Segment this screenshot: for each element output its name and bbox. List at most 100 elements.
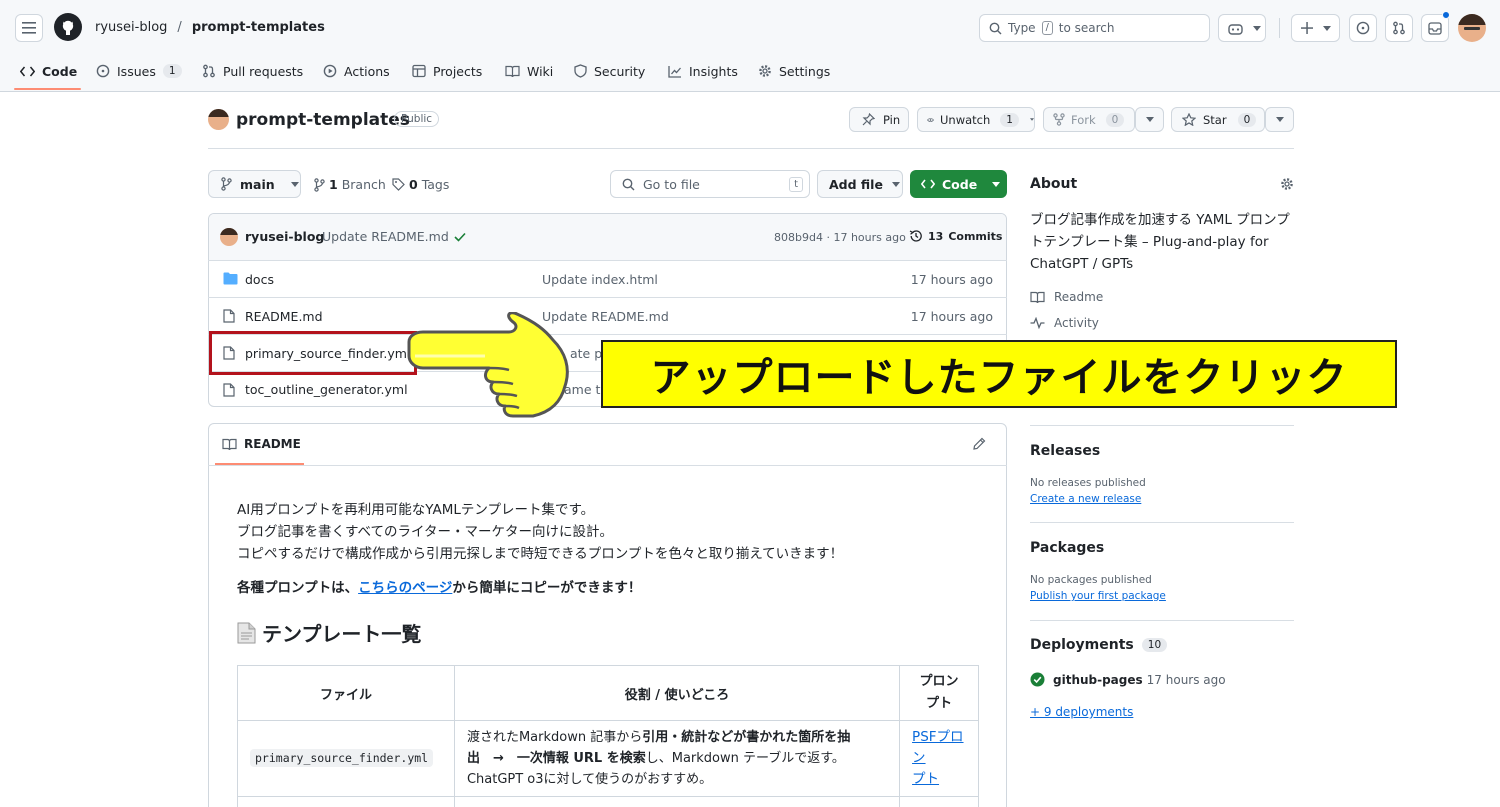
commit-message[interactable]: Update README.md <box>322 229 449 244</box>
chevron-down-icon <box>1145 117 1154 122</box>
add-file-label: Add file <box>829 176 883 192</box>
table-row[interactable]: docs Update index.html 17 hours ago <box>208 260 1007 297</box>
deployments-heading[interactable]: Deployments 10 <box>1030 637 1168 653</box>
commit-hash-time[interactable]: 808b9d4 · 17 hours ago <box>774 231 906 244</box>
role-text-a: 渡されたMarkdown 記事から <box>466 730 643 745</box>
copilot-button[interactable] <box>1218 14 1266 42</box>
tab-projects[interactable]: Projects <box>412 62 482 80</box>
tags-count: 0 <box>409 177 418 192</box>
file-name[interactable]: toc_outline_generator.yml <box>245 382 408 397</box>
table-header-prompt: プロン プト <box>899 665 979 721</box>
menu-button[interactable] <box>15 14 43 42</box>
issues-global-button[interactable] <box>1349 14 1377 42</box>
code-button[interactable]: Code <box>910 170 1007 198</box>
activity-link[interactable]: Activity <box>1030 316 1099 330</box>
commits-count: 13 <box>928 229 944 243</box>
search-icon <box>989 22 1002 34</box>
fork-button[interactable]: Fork 0 <box>1043 107 1135 132</box>
unwatch-button[interactable]: Unwatch 1 <box>917 107 1035 132</box>
publish-package-link[interactable]: Publish your first package <box>1030 590 1166 602</box>
branch-select[interactable]: main <box>208 170 301 198</box>
repo-name[interactable]: prompt-templates <box>236 110 410 130</box>
readme-header-divider <box>208 465 1007 466</box>
packages-title[interactable]: Packages <box>1030 540 1104 556</box>
issue-opened-icon <box>96 64 110 78</box>
highlight-box <box>209 331 417 375</box>
play-icon <box>323 64 337 78</box>
readme-tab[interactable]: README <box>222 437 301 451</box>
goto-file-key-hint: t <box>789 177 803 192</box>
global-search[interactable]: Type / to search <box>979 14 1210 42</box>
file-name[interactable]: docs <box>245 272 274 287</box>
commits-link[interactable]: 13 Commits <box>909 229 1002 243</box>
deployment-item[interactable]: github-pages 17 hours ago <box>1030 672 1226 687</box>
tab-settings[interactable]: Settings <box>758 62 830 80</box>
hamburger-icon <box>22 22 36 34</box>
breadcrumb-owner[interactable]: ryusei-blog <box>95 20 167 35</box>
pull-requests-global-button[interactable] <box>1385 14 1413 42</box>
releases-title[interactable]: Releases <box>1030 443 1100 459</box>
file-time: 17 hours ago <box>910 271 993 287</box>
pencil-icon[interactable] <box>973 437 986 450</box>
create-new-button[interactable] <box>1291 14 1340 42</box>
star-dropdown-button[interactable] <box>1265 107 1294 132</box>
table-cell-role: 渡されたMarkdown 記事から引用・統計などが書かれた箇所を抽出 → 一次情… <box>453 720 901 797</box>
code-button-label: Code <box>942 176 978 192</box>
book-icon <box>505 65 520 77</box>
goto-file-input[interactable]: Go to file t <box>610 170 810 198</box>
octocat-icon <box>62 20 74 35</box>
tab-pull-requests[interactable]: Pull requests <box>202 62 303 80</box>
section-heading-text: テンプレート一覧 <box>262 622 422 646</box>
copilot-icon <box>1228 23 1243 35</box>
book-icon <box>222 438 237 450</box>
tab-issues[interactable]: Issues 1 <box>96 62 182 80</box>
packages-empty: No packages published <box>1030 574 1152 586</box>
tab-pull-requests-label: Pull requests <box>223 63 304 79</box>
pin-button[interactable]: Pin <box>849 107 909 132</box>
tags-link[interactable]: 0 Tags <box>392 177 449 192</box>
psf-prompt-link-b[interactable]: プト <box>912 771 939 787</box>
copy-page-link[interactable]: こちらのページ <box>358 580 452 596</box>
more-deployments-link[interactable]: + 9 deployments <box>1030 705 1133 719</box>
fork-dropdown-button[interactable] <box>1135 107 1164 132</box>
file-name[interactable]: README.md <box>245 309 323 324</box>
psf-prompt-link-a[interactable]: PSFプロン <box>912 729 963 766</box>
gear-icon[interactable] <box>1280 177 1294 191</box>
file-commit-message[interactable]: Update index.html <box>542 272 658 287</box>
tab-wiki[interactable]: Wiki <box>505 62 553 80</box>
breadcrumb-repo[interactable]: prompt-templates <box>192 20 325 35</box>
tab-code-label: Code <box>42 63 78 79</box>
commit-author[interactable]: ryusei-blog <box>245 229 324 244</box>
git-branch-icon <box>314 177 325 192</box>
tab-security-label: Security <box>594 63 646 79</box>
table-row[interactable]: README.md Update README.md 17 hours ago <box>208 297 1007 334</box>
commits-label: Commits <box>948 229 1003 243</box>
star-button[interactable]: Star 0 <box>1171 107 1265 132</box>
tab-insights[interactable]: Insights <box>668 62 738 80</box>
github-logo[interactable] <box>54 13 82 41</box>
tab-code[interactable]: Code <box>20 62 77 80</box>
readme-copy-note: 各種プロンプトは、こちらのページから簡単にコピーができます！ <box>237 576 641 596</box>
unwatch-label: Unwatch <box>940 112 991 127</box>
tab-issues-label: Issues <box>117 63 156 79</box>
activity-link-label: Activity <box>1054 316 1099 330</box>
chevron-down-icon <box>992 181 1001 187</box>
branches-link[interactable]: 1 Branch <box>314 177 386 192</box>
add-file-button[interactable]: Add file <box>817 170 903 198</box>
tab-actions[interactable]: Actions <box>323 62 390 80</box>
readme-link[interactable]: Readme <box>1030 290 1103 304</box>
branches-count: 1 <box>329 177 338 192</box>
create-release-link[interactable]: Create a new release <box>1030 493 1141 505</box>
repo-head-divider <box>208 148 1294 149</box>
pulse-icon <box>1030 317 1045 329</box>
tab-security[interactable]: Security <box>574 62 645 80</box>
page-facing-up-icon <box>237 622 256 643</box>
role-text-b: 引用・統計などが書かれた箇所を抽 <box>642 730 851 745</box>
tab-insights-label: Insights <box>689 63 738 79</box>
user-avatar[interactable] <box>1458 14 1486 42</box>
role-text-e: ChatGPT o3に対して使うのがおすすめ。 <box>466 772 713 787</box>
git-branch-icon <box>221 177 232 191</box>
table-cell-prompt: PSFプロンプト <box>899 720 979 797</box>
header-divider <box>1279 18 1280 38</box>
table-header-row: ファイル 役割 / 使いどころ プロン プト <box>237 665 979 721</box>
